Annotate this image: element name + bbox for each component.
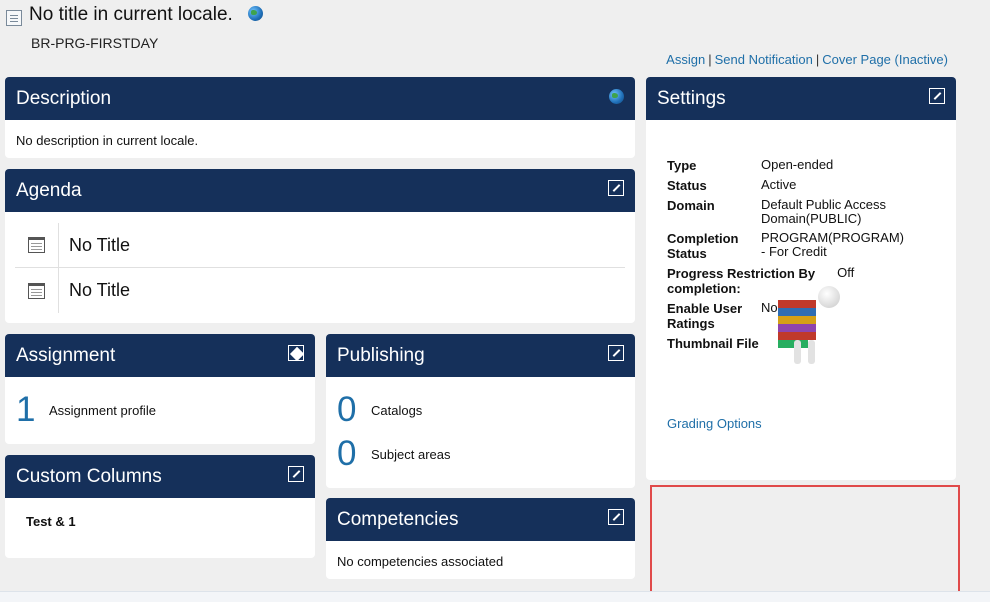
globe-icon[interactable] xyxy=(609,89,624,104)
assignment-header: Assignment xyxy=(5,334,315,377)
edit-icon[interactable] xyxy=(608,345,624,361)
agenda-item[interactable]: No Title xyxy=(15,268,625,313)
subject-areas-stat: 0 Subject areas xyxy=(326,432,635,476)
book-stack xyxy=(778,308,816,316)
competencies-panel: Competencies No competencies associated xyxy=(326,498,635,579)
book-stack xyxy=(778,316,816,324)
custom-column-value: Test & 1 xyxy=(26,514,76,529)
assignment-panel: Assignment 1 Assignment profile xyxy=(5,334,315,444)
subject-areas-label: Subject areas xyxy=(371,446,451,462)
setting-type: Type Open-ended xyxy=(667,157,834,174)
custom-columns-panel: Custom Columns Test & 1 xyxy=(5,455,315,558)
figure-leg xyxy=(794,340,801,364)
setting-completion-status: Completion Status PROGRAM(PROGRAM) - For… xyxy=(667,230,904,262)
edit-icon[interactable] xyxy=(608,180,624,196)
settings-panel: Settings Type Open-ended Status Active D… xyxy=(646,77,956,480)
figure-head xyxy=(818,286,840,308)
custom-columns-title: Custom Columns xyxy=(16,466,162,487)
agenda-list: No Title No Title xyxy=(5,212,635,313)
edit-icon[interactable] xyxy=(288,466,304,482)
calendar-icon xyxy=(15,268,59,313)
book-stack xyxy=(778,300,816,308)
description-header: Description xyxy=(5,77,635,120)
calendar-icon xyxy=(15,223,59,267)
book-stack xyxy=(778,332,816,340)
grading-options-link[interactable]: Grading Options xyxy=(667,416,762,431)
description-panel: Description No description in current lo… xyxy=(5,77,635,158)
competencies-header: Competencies xyxy=(326,498,635,541)
expand-icon[interactable] xyxy=(288,345,304,361)
page-title: No title in current locale. xyxy=(29,4,233,25)
bottom-bar xyxy=(0,591,990,602)
publishing-title: Publishing xyxy=(337,345,425,366)
assignment-count[interactable]: 1 xyxy=(16,390,49,430)
setting-domain: Domain Default Public Access Domain(PUBL… xyxy=(667,197,887,226)
thumbnail-image xyxy=(774,286,844,366)
assignment-stat: 1 Assignment profile xyxy=(5,388,315,432)
agenda-item[interactable]: No Title xyxy=(15,223,625,268)
book-stack xyxy=(778,340,808,348)
figure-leg xyxy=(808,340,815,364)
competencies-text: No competencies associated xyxy=(337,554,504,569)
custom-columns-header: Custom Columns xyxy=(5,455,315,498)
publishing-panel: Publishing 0 Catalogs 0 Subject areas xyxy=(326,334,635,488)
assignment-label: Assignment profile xyxy=(49,402,156,418)
send-notification-link[interactable]: Send Notification xyxy=(715,52,813,67)
link-separator: | xyxy=(815,52,820,67)
setting-status: Status Active xyxy=(667,177,797,194)
subject-areas-count[interactable]: 0 xyxy=(337,434,371,474)
agenda-header: Agenda xyxy=(5,169,635,212)
catalogs-stat: 0 Catalogs xyxy=(326,388,635,432)
program-code: BR-PRG-FIRSTDAY xyxy=(31,35,159,51)
agenda-item-title: No Title xyxy=(69,234,131,255)
description-title: Description xyxy=(16,88,112,109)
edit-icon[interactable] xyxy=(608,509,624,525)
publishing-header: Publishing xyxy=(326,334,635,377)
edit-icon[interactable] xyxy=(929,88,945,104)
settings-header: Settings xyxy=(646,77,956,120)
agenda-item-title: No Title xyxy=(69,280,131,300)
agenda-title: Agenda xyxy=(16,180,82,201)
globe-icon[interactable] xyxy=(248,6,263,21)
settings-title: Settings xyxy=(657,88,726,109)
assignment-title: Assignment xyxy=(16,345,116,366)
highlight-box xyxy=(650,485,960,597)
catalogs-label: Catalogs xyxy=(371,402,423,418)
cover-page-link[interactable]: Cover Page (Inactive) xyxy=(822,52,948,67)
competencies-title: Competencies xyxy=(337,509,459,530)
catalogs-count[interactable]: 0 xyxy=(337,390,371,430)
action-links: Assign | Send Notification | Cover Page (Ina… xyxy=(666,52,948,67)
agenda-panel: Agenda No Title No Title xyxy=(5,169,635,323)
book-stack xyxy=(778,324,816,332)
link-separator: | xyxy=(708,52,712,67)
description-text: No description in current locale. xyxy=(16,133,199,148)
program-icon xyxy=(6,10,22,26)
assign-link[interactable]: Assign xyxy=(666,52,705,67)
